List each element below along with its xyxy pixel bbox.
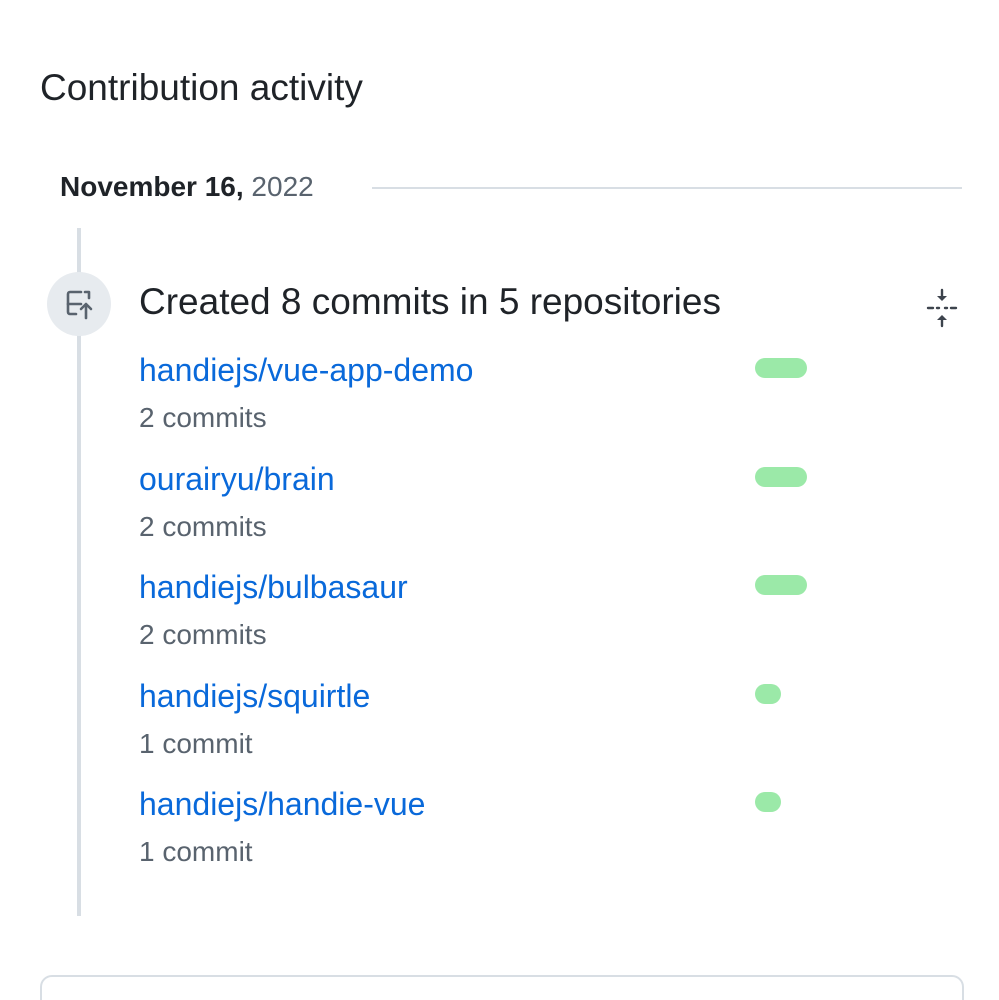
date-year: 2022: [251, 171, 314, 202]
repo-commit-count: 1 commit: [139, 727, 253, 759]
repo-commit-count: 2 commits: [139, 619, 267, 650]
date-month-day: November 16,: [60, 171, 244, 202]
date-heading: November 16, 2022: [60, 168, 962, 208]
repo-link[interactable]: handiejs/bulbasaur: [139, 565, 408, 609]
repo-link[interactable]: handiejs/handie-vue: [139, 782, 425, 826]
date-label: November 16, 2022: [60, 168, 314, 206]
next-activity-card: [40, 975, 964, 1000]
section-title: Contribution activity: [40, 67, 363, 108]
repo-commit-count: 2 commits: [139, 402, 267, 433]
repo-list-item: handiejs/vue-app-demo 2 commits: [139, 348, 839, 457]
repo-commit-count: 1 commit: [139, 836, 253, 867]
date-divider: [372, 187, 962, 189]
contribution-activity-page: Contribution activity November 16, 2022 …: [0, 0, 999, 1000]
repo-list-item: handiejs/squirtle 1 commit: [139, 674, 839, 783]
repo-commit-bar: [755, 575, 807, 595]
repo-commit-bar: [755, 792, 781, 812]
repo-list-item: handiejs/bulbasaur 2 commits: [139, 565, 839, 674]
repo-link[interactable]: handiejs/squirtle: [139, 674, 370, 718]
repo-commit-count: 2 commits: [139, 510, 267, 542]
fold-icon[interactable]: [920, 286, 964, 330]
repo-push-icon: [47, 272, 111, 336]
repo-list-item: handiejs/handie-vue 1 commit: [139, 782, 839, 891]
repo-commit-bar: [755, 358, 807, 378]
repo-commit-bar: [755, 683, 781, 704]
repo-list-item: ourairyu/brain 2 commits: [139, 457, 839, 566]
event-title: Created 8 commits in 5 repositories: [139, 281, 721, 322]
repo-list: handiejs/vue-app-demo 2 commits ourairyu…: [139, 348, 839, 891]
repo-commit-bar: [755, 466, 807, 487]
repo-link[interactable]: ourairyu/brain: [139, 457, 335, 501]
repo-link[interactable]: handiejs/vue-app-demo: [139, 348, 473, 392]
